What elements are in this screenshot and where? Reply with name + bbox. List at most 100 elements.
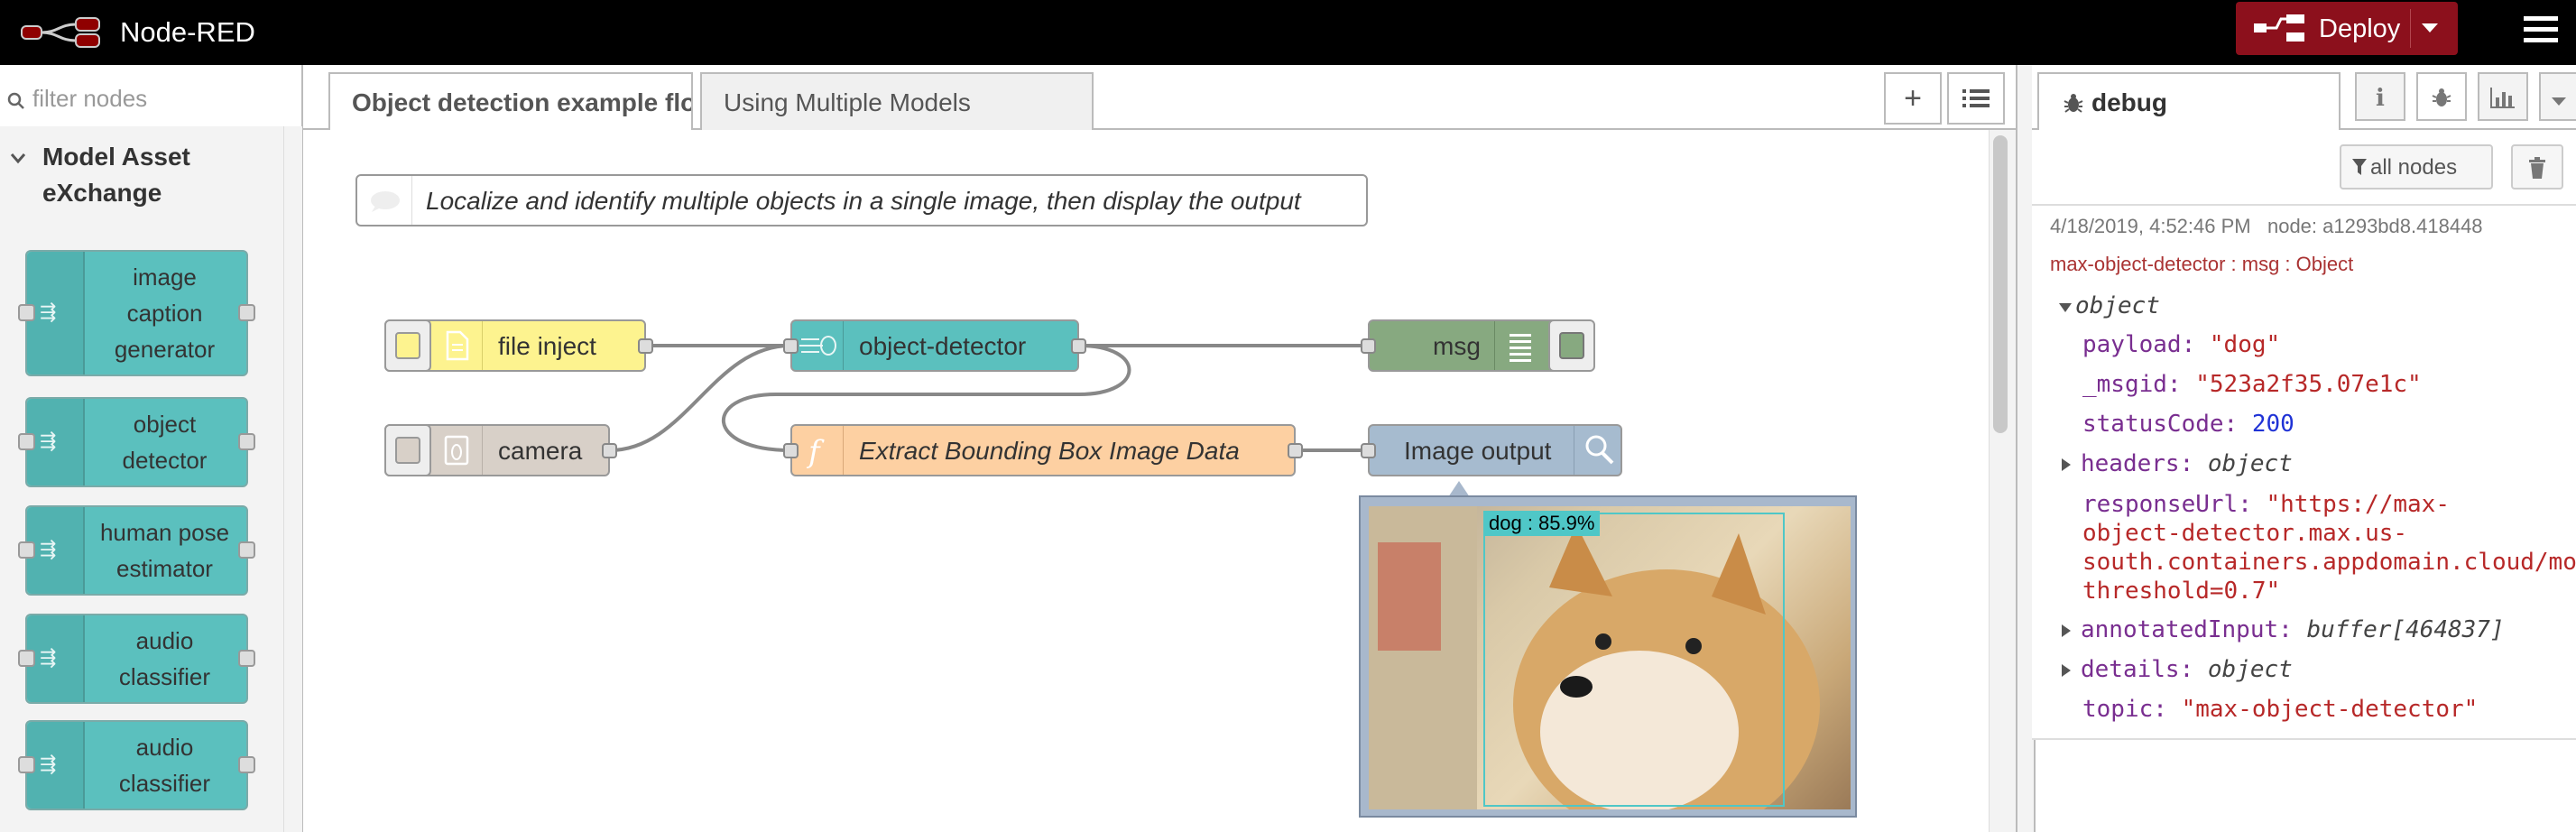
input-port[interactable] — [783, 338, 799, 354]
node-label-2: estimator — [116, 555, 213, 582]
prop-key: statusCode — [2082, 411, 2224, 438]
prop-key: _msgid — [2082, 371, 2167, 398]
chevron-down-icon[interactable] — [2422, 23, 2438, 34]
palette-node-audio-classifier[interactable]: ⇶ audio classifier — [18, 614, 255, 704]
sidebar-more-button[interactable] — [2539, 72, 2576, 121]
tab-debug[interactable]: debug — [2037, 72, 2341, 130]
bounding-box-label: dog : 85.9% — [1483, 511, 1601, 536]
category-title-line1: Model Asset — [42, 143, 190, 171]
search-input[interactable]: filter nodes — [32, 85, 147, 113]
palette-node-audio-classifier-2[interactable]: ⇶ audio classifier — [18, 720, 255, 810]
debug-prop-details[interactable]: details: object — [2061, 656, 2293, 683]
tab-object-detection[interactable]: Object detection example flow — [328, 72, 693, 132]
palette-scrollbar[interactable] — [283, 126, 302, 832]
output-port[interactable] — [1288, 443, 1303, 458]
menu-icon[interactable] — [2524, 14, 2558, 45]
input-port — [18, 756, 35, 773]
list-icon — [1962, 89, 1990, 107]
prop-value: "max-object-detector" — [2181, 696, 2479, 723]
preview-pointer — [1448, 481, 1470, 497]
bounding-box — [1483, 513, 1785, 807]
clear-debug-button[interactable] — [2511, 144, 2563, 190]
output-port[interactable] — [1071, 338, 1086, 354]
debug-tab-button[interactable] — [2416, 72, 2467, 121]
chevron-down-icon — [2551, 97, 2566, 106]
debug-prop-annotatedinput[interactable]: annotatedInput: buffer[464837] — [2061, 616, 2505, 643]
debug-prop-headers[interactable]: headers: object — [2061, 450, 2293, 477]
info-icon: i — [2376, 85, 2385, 112]
deploy-button[interactable]: Deploy — [2236, 2, 2458, 55]
function-icon: f — [792, 426, 844, 475]
node-label: file inject — [498, 332, 596, 360]
output-port — [238, 433, 255, 450]
prop-key: details — [2081, 656, 2180, 683]
debug-message: 4/18/2019, 4:52:46 PM node: a1293bd8.418… — [2032, 206, 2576, 740]
debug-prop-msgid: _msgid: "523a2f35.07e1c" — [2082, 371, 2422, 398]
chevron-down-icon — [11, 153, 25, 164]
tab-label: Using Multiple Models — [724, 88, 971, 116]
flow-node-file-inject[interactable]: file inject — [384, 319, 653, 372]
prop-key: payload — [2082, 331, 2182, 358]
output-port[interactable] — [602, 443, 617, 458]
prop-value: buffer[464837] — [2306, 616, 2505, 643]
tab-label: Object detection example flow — [352, 88, 691, 116]
comment-node[interactable]: Localize and identify multiple objects i… — [355, 174, 1368, 226]
flow-node-image-output[interactable]: Image output — [1361, 424, 1625, 476]
output-port[interactable] — [638, 338, 653, 354]
prop-value-line-2: object-detector.max.us- — [2082, 520, 2408, 547]
input-port — [18, 541, 35, 559]
workspace-scroll-thumb[interactable] — [1993, 135, 2008, 433]
palette-category-header[interactable]: Model Asset eXchange — [0, 126, 283, 229]
input-port[interactable] — [1361, 443, 1376, 458]
input-port[interactable] — [783, 443, 799, 458]
tab-using-multiple-models[interactable]: Using Multiple Models — [700, 72, 1094, 130]
debug-prop-responseurl: responseUrl: "https://max- object-detect… — [2082, 491, 2576, 605]
node-label-3: generator — [114, 336, 216, 363]
debug-root[interactable]: object — [2059, 292, 2160, 319]
debug-timestamp: 4/18/2019, 4:52:46 PM — [2050, 215, 2251, 237]
caret-right-icon — [2062, 624, 2071, 637]
tab-label: debug — [2091, 88, 2167, 116]
trash-icon — [2529, 157, 2545, 179]
debug-meta: 4/18/2019, 4:52:46 PM node: a1293bd8.418… — [2050, 215, 2483, 238]
magnifier-icon — [1574, 426, 1625, 475]
bee-icon: ⇶ — [27, 615, 85, 702]
palette-search[interactable]: filter nodes — [0, 65, 301, 128]
prop-value: object — [2207, 656, 2293, 683]
debug-toggle-button[interactable] — [1548, 319, 1595, 372]
node-label: object-detector — [859, 332, 1027, 360]
palette-node-image-caption-generator[interactable]: ⇶ image caption generator — [18, 250, 255, 376]
info-tab-button[interactable]: i — [2355, 72, 2405, 121]
palette-node-object-detector[interactable]: ⇶ object detector — [18, 397, 255, 487]
palette-node-human-pose-estimator[interactable]: ⇶ human pose estimator — [18, 505, 255, 596]
input-port — [18, 433, 35, 450]
add-tab-button[interactable]: + — [1884, 72, 1942, 125]
comment-text: Localize and identify multiple objects i… — [426, 187, 1301, 215]
prop-value: object — [2207, 450, 2293, 477]
debug-prop-statuscode: statusCode: 200 — [2082, 411, 2294, 438]
flow-node-camera[interactable]: camera — [384, 424, 617, 476]
camera-trigger-button[interactable] — [384, 424, 431, 476]
prop-key: topic — [2082, 696, 2154, 723]
prop-key: annotatedInput — [2081, 616, 2279, 643]
bar-chart-icon — [2490, 88, 2515, 108]
input-port — [18, 304, 35, 321]
node-label-2: detector — [122, 447, 208, 474]
prop-value-line-4: threshold=0.7" — [2082, 578, 2281, 605]
node-label-2: caption — [126, 300, 203, 327]
prop-value: "dog" — [2209, 331, 2281, 358]
filter-nodes-button[interactable]: all nodes — [2340, 144, 2493, 190]
comment-icon — [357, 176, 412, 225]
flow-node-msg-debug[interactable]: msg — [1361, 319, 1595, 372]
input-port[interactable] — [1361, 338, 1376, 354]
inject-button[interactable] — [384, 319, 431, 372]
caret-down-icon — [2059, 303, 2072, 312]
bee-icon: ⇶ — [27, 399, 85, 485]
debug-node-id[interactable]: node: a1293bd8.418448 — [2267, 215, 2483, 237]
dashboard-tab-button[interactable] — [2478, 72, 2528, 121]
node-label: human pose — [99, 519, 230, 546]
flow-node-object-detector[interactable]: object-detector — [783, 319, 1086, 372]
input-port — [18, 650, 35, 667]
flow-node-extract-bounding-box[interactable]: f Extract Bounding Box Image Data — [783, 424, 1303, 476]
tab-list-button[interactable] — [1947, 72, 2005, 125]
